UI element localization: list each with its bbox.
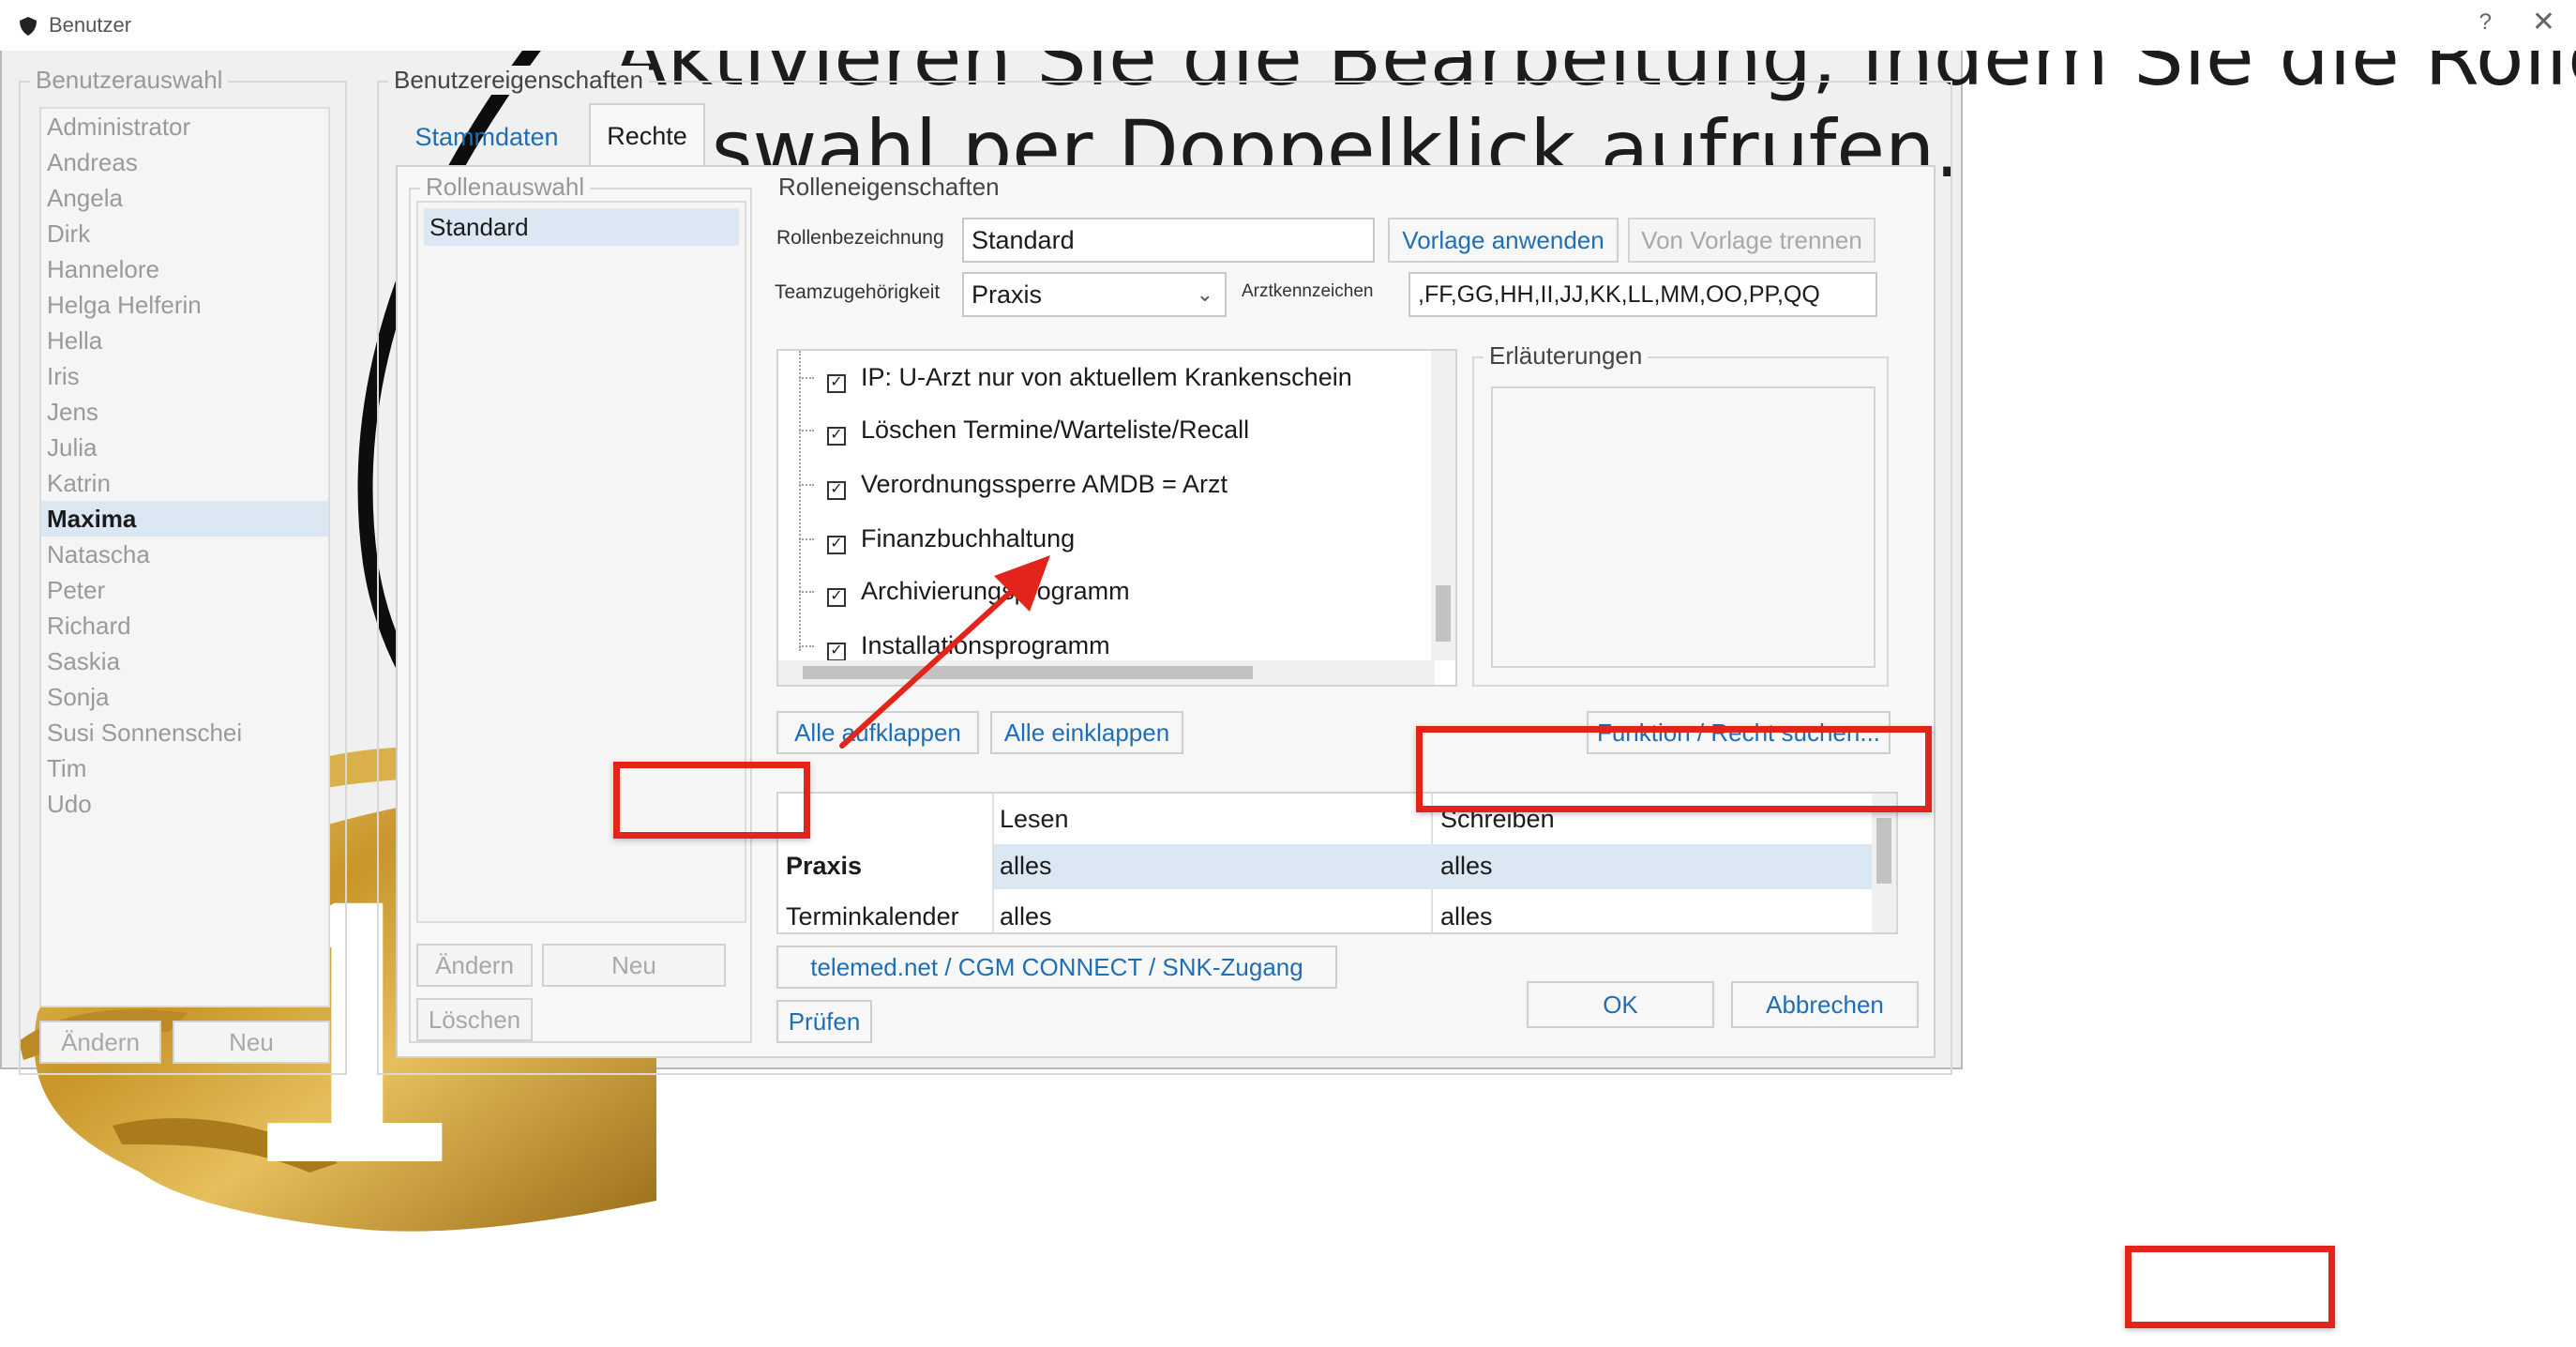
user-new-button[interactable]: Neu bbox=[173, 1021, 330, 1064]
list-item[interactable]: Hannelore bbox=[41, 251, 328, 287]
doctor-code-field[interactable]: ,FF,GG,HH,II,JJ,KK,LL,MM,OO,PP,QQ bbox=[1409, 272, 1877, 317]
table-row-header: Terminkalender bbox=[786, 902, 959, 931]
role-edit-button[interactable]: Ändern bbox=[416, 944, 533, 987]
list-item[interactable]: Iris bbox=[41, 358, 328, 394]
tab-rechte[interactable]: Rechte bbox=[589, 103, 705, 167]
annotation-box-verordnungssperre bbox=[1416, 726, 1932, 812]
doctor-code-label: Arztkennzeichen bbox=[1242, 281, 1374, 301]
list-item[interactable]: Dirk bbox=[41, 216, 328, 251]
role-name-label: Rollenbezeichnung bbox=[776, 227, 944, 249]
tree-item-label: Löschen Termine/Warteliste/Recall bbox=[861, 416, 1250, 444]
team-select[interactable]: Praxis ⌄ bbox=[962, 272, 1227, 317]
tree-branch bbox=[799, 591, 814, 593]
list-item[interactable]: Peter bbox=[41, 572, 328, 608]
tree-branch bbox=[799, 484, 814, 486]
checkbox-checked-icon[interactable]: ✓ bbox=[827, 374, 846, 393]
explanations-label: Erläuterungen bbox=[1484, 341, 1649, 371]
tree-guide-line bbox=[799, 351, 801, 651]
list-item[interactable]: Angela bbox=[41, 180, 328, 216]
chevron-down-icon: ⌄ bbox=[1196, 282, 1213, 306]
list-item[interactable]: Andreas bbox=[41, 144, 328, 180]
role-delete-button[interactable]: Löschen bbox=[416, 998, 533, 1041]
annotation-box-ok bbox=[2125, 1246, 2335, 1328]
user-properties-label: Benutzereigenschaften bbox=[388, 66, 649, 95]
scrollbar-thumb[interactable] bbox=[1436, 585, 1451, 642]
table-cell[interactable]: alles bbox=[1000, 902, 1052, 931]
dialog-titlebar: Benutzer ? ✕ bbox=[0, 0, 2576, 51]
tree-item[interactable]: ✓ Löschen Termine/Warteliste/Recall bbox=[827, 403, 1249, 456]
explanations-group: Erläuterungen bbox=[1472, 341, 1889, 687]
cancel-button[interactable]: Abbrechen bbox=[1731, 981, 1919, 1028]
list-item-selected[interactable]: Standard bbox=[424, 208, 739, 246]
list-item[interactable]: Natascha bbox=[41, 537, 328, 572]
tree-branch bbox=[799, 430, 814, 431]
list-item[interactable]: Hella bbox=[41, 323, 328, 358]
tab-panel-rechte: Rollenauswahl Standard Ändern Neu Lösche… bbox=[396, 165, 1936, 1058]
checkbox-checked-icon[interactable]: ✓ bbox=[827, 427, 846, 446]
tree-item-label: Verordnungssperre AMDB = Arzt bbox=[861, 470, 1228, 498]
tree-branch bbox=[799, 377, 814, 379]
list-item[interactable]: Susi Sonnenschei bbox=[41, 715, 328, 750]
list-item[interactable]: Katrin bbox=[41, 465, 328, 501]
table-header-lesen: Lesen bbox=[1000, 805, 1069, 833]
tree-vertical-scrollbar[interactable] bbox=[1431, 351, 1455, 660]
list-item[interactable]: Sonja bbox=[41, 679, 328, 715]
role-properties-label: Rolleneigenschaften bbox=[773, 173, 1005, 202]
list-item-selected[interactable]: Maxima bbox=[41, 501, 328, 537]
list-item[interactable]: Richard bbox=[41, 608, 328, 643]
list-item[interactable]: Saskia bbox=[41, 643, 328, 679]
tree-branch bbox=[799, 645, 814, 647]
list-item[interactable]: Jens bbox=[41, 394, 328, 430]
app-shield-icon bbox=[20, 17, 37, 36]
tree-item[interactable]: ✓ Verordnungssperre AMDB = Arzt bbox=[827, 458, 1228, 510]
list-item[interactable]: Tim bbox=[41, 750, 328, 786]
check-button[interactable]: Prüfen bbox=[776, 1000, 872, 1043]
tree-branch bbox=[799, 538, 814, 540]
user-edit-button[interactable]: Ändern bbox=[39, 1021, 161, 1064]
scrollbar-thumb[interactable] bbox=[1876, 818, 1891, 884]
tree-item[interactable]: ✓ IP: U-Arzt nur von aktuellem Krankensch… bbox=[827, 351, 1352, 403]
team-select-value: Praxis bbox=[972, 280, 1043, 309]
ok-button[interactable]: OK bbox=[1527, 981, 1714, 1028]
telemed-button[interactable]: telemed.net / CGM CONNECT / SNK-Zugang bbox=[776, 946, 1337, 989]
tab-stammdaten[interactable]: Stammdaten bbox=[398, 109, 576, 165]
table-vertical-scrollbar[interactable] bbox=[1872, 794, 1896, 932]
role-selection-group: Rollenauswahl Standard Ändern Neu Lösche… bbox=[409, 173, 752, 1043]
dialog-title: Benutzer bbox=[49, 13, 132, 37]
role-name-field[interactable]: Standard bbox=[962, 218, 1375, 263]
explanations-box bbox=[1491, 386, 1876, 668]
user-selection-group: Benutzerauswahl Administrator Andreas An… bbox=[19, 66, 347, 1075]
list-item[interactable]: Julia bbox=[41, 430, 328, 465]
table-cell[interactable]: alles bbox=[1000, 852, 1052, 881]
tree-item-label: IP: U-Arzt nur von aktuellem Krankensche… bbox=[861, 363, 1352, 391]
user-selection-label: Benutzerauswahl bbox=[30, 66, 229, 95]
checkbox-checked-icon[interactable]: ✓ bbox=[827, 481, 846, 500]
team-label: Teamzugehörigkeit bbox=[775, 281, 941, 303]
table-cell[interactable]: alles bbox=[1440, 902, 1493, 931]
table-row-header: Praxis bbox=[786, 852, 863, 880]
user-properties-group: Benutzereigenschaften Stammdaten Rechte … bbox=[377, 66, 1952, 1075]
user-list[interactable]: Administrator Andreas Angela Dirk Hannel… bbox=[39, 107, 330, 1007]
detach-template-button[interactable]: Von Vorlage trennen bbox=[1628, 218, 1876, 263]
annotation-box-user bbox=[613, 762, 810, 839]
role-selection-label: Rollenauswahl bbox=[420, 173, 591, 202]
rights-table[interactable]: Lesen Schreiben Praxis alles alles Termi… bbox=[776, 792, 1898, 934]
table-row-highlight bbox=[994, 844, 1872, 889]
list-item[interactable]: Udo bbox=[41, 786, 328, 822]
table-cell[interactable]: alles bbox=[1440, 852, 1493, 881]
apply-template-button[interactable]: Vorlage anwenden bbox=[1388, 218, 1619, 263]
list-item[interactable]: Administrator bbox=[41, 109, 328, 144]
red-arrow-annotation bbox=[839, 555, 1050, 749]
role-new-button[interactable]: Neu bbox=[542, 944, 726, 987]
list-item[interactable]: Helga Helferin bbox=[41, 287, 328, 323]
